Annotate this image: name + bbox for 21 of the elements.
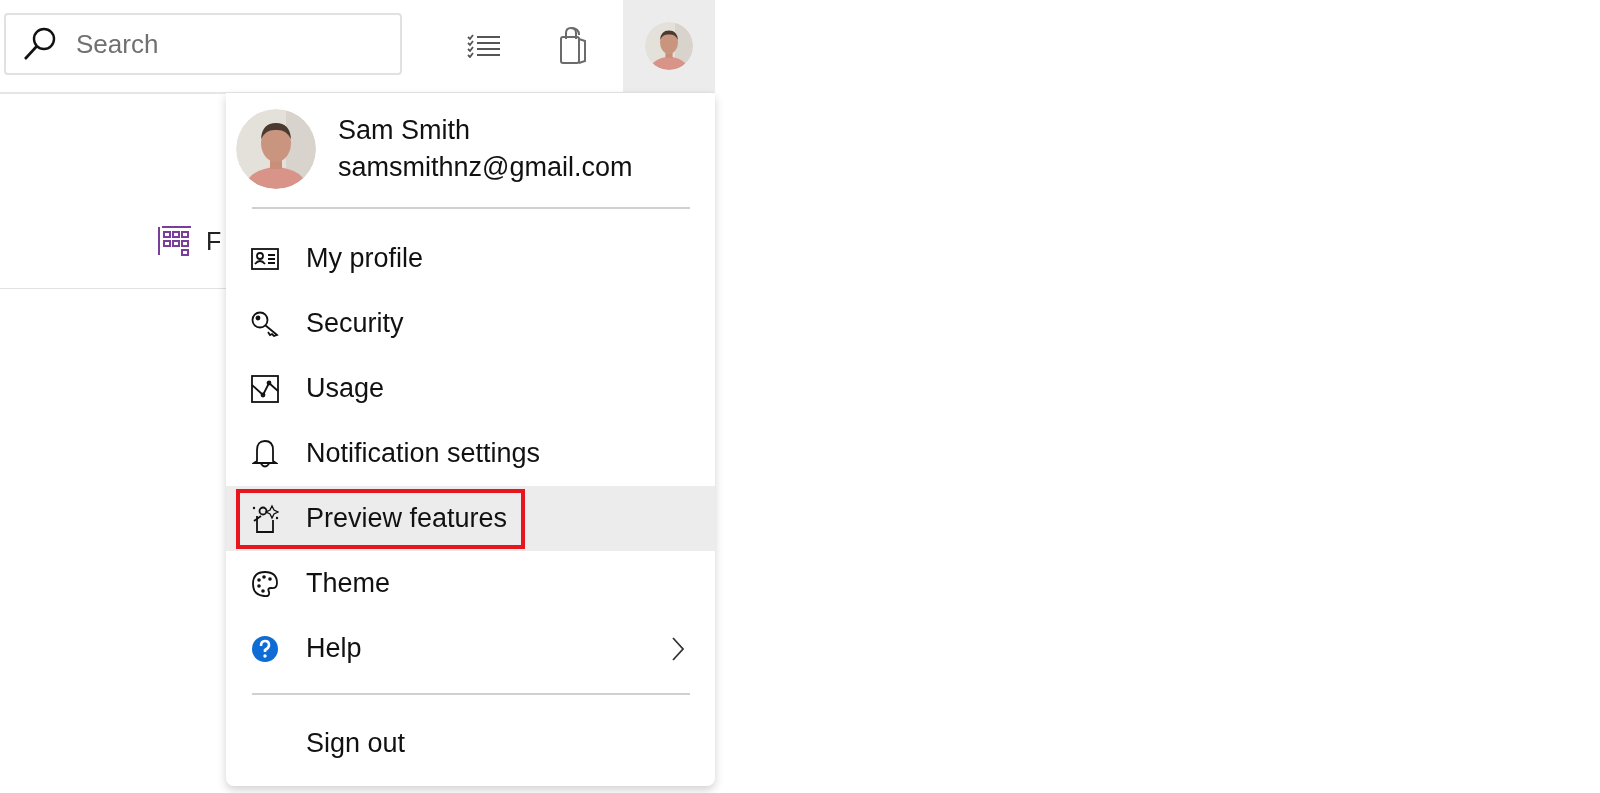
user-email: samsmithnz@gmail.com: [338, 152, 633, 183]
chart-icon: [251, 374, 279, 403]
menu-item[interactable]: Help: [226, 616, 715, 681]
bell-icon: [252, 438, 278, 469]
menu-item[interactable]: Security: [226, 291, 715, 356]
help-icon: [251, 634, 279, 663]
sign-out-item[interactable]: Sign out: [226, 711, 715, 776]
menu-item[interactable]: My profile: [226, 226, 715, 291]
contact-card-icon: [251, 247, 279, 270]
search-field[interactable]: Search: [4, 13, 402, 75]
tab[interactable]: F: [158, 226, 222, 256]
sparkle-box-icon: [251, 503, 279, 534]
palette-icon: [251, 569, 279, 598]
menu-item[interactable]: Theme: [226, 551, 715, 616]
user-name: Sam Smith: [338, 115, 472, 146]
menu-item[interactable]: Notification settings: [226, 421, 715, 486]
grid-icon: [158, 226, 192, 256]
search-icon: [22, 26, 58, 62]
key-icon: [251, 310, 279, 337]
menu-item[interactable]: Preview features: [226, 486, 715, 551]
menu-item[interactable]: Usage: [226, 356, 715, 421]
